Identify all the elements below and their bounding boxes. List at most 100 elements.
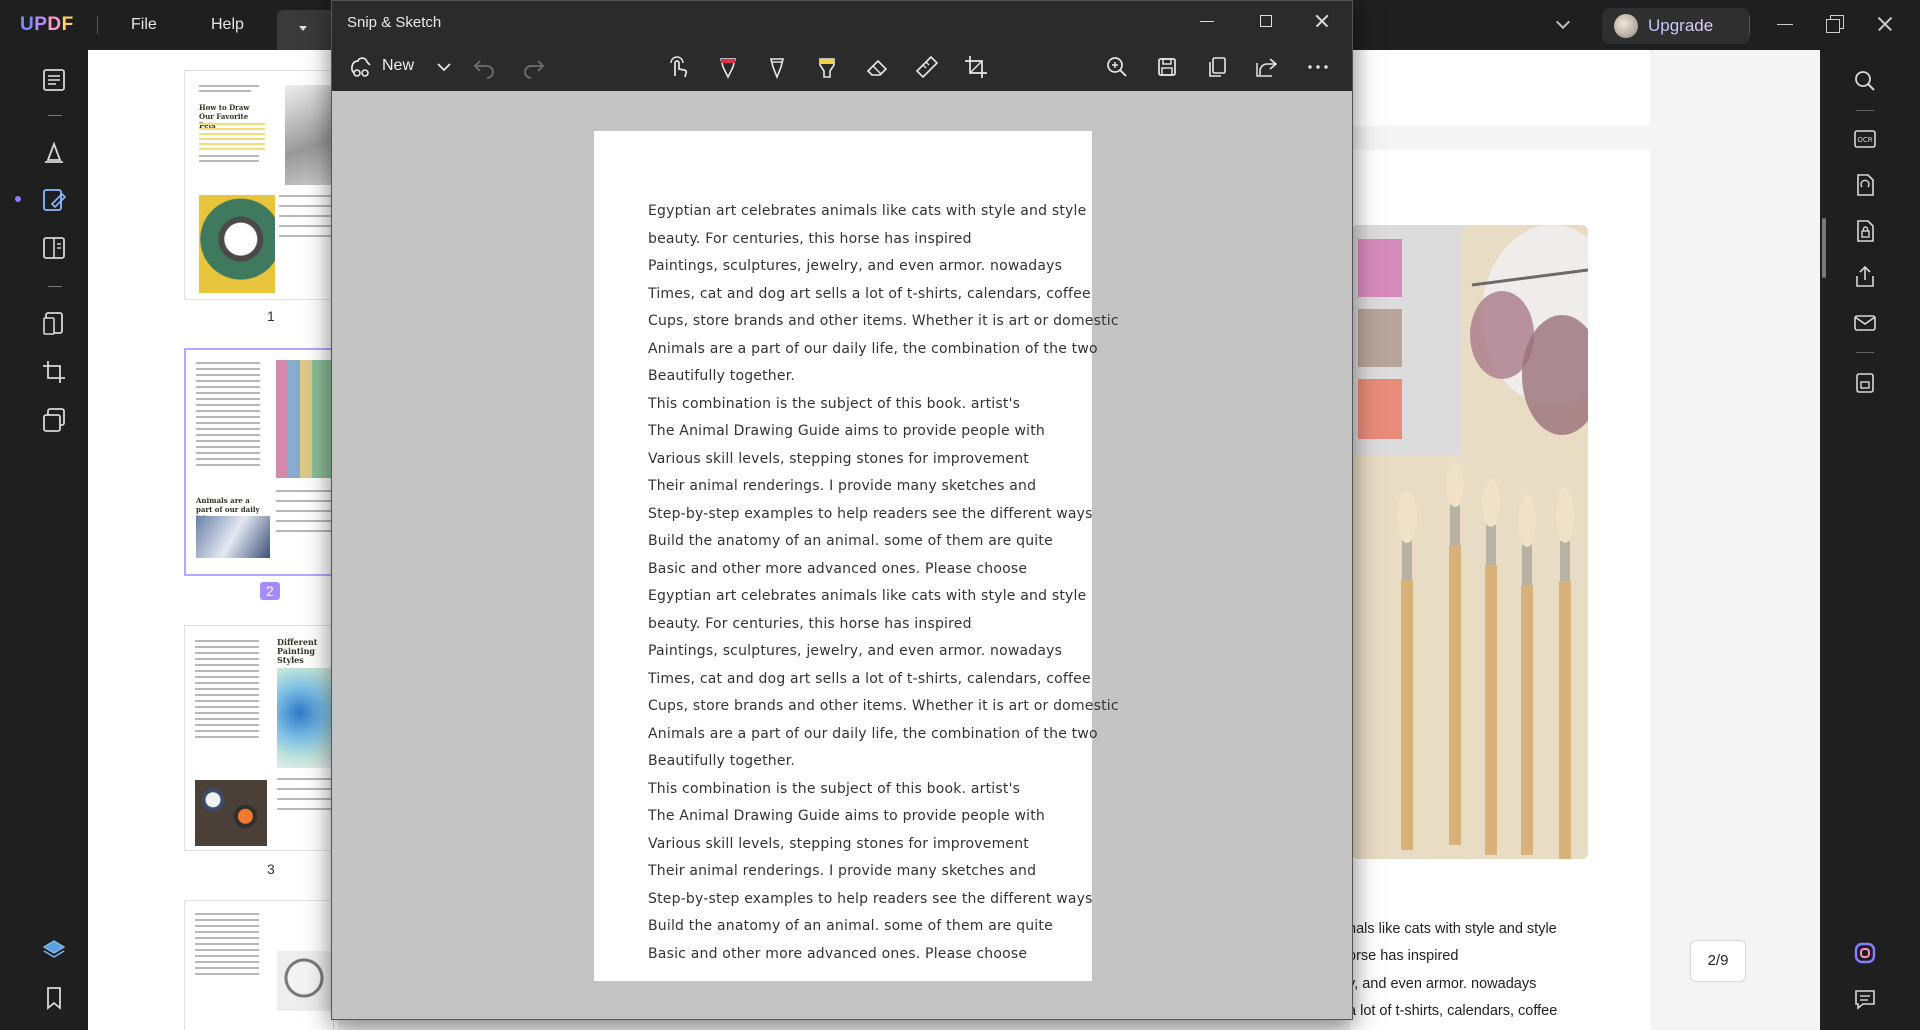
eraser-icon[interactable] [861,51,893,83]
close-icon[interactable] [1873,12,1897,36]
right-toolbar: OCR [1830,50,1920,1030]
thumb-text-line [196,464,260,466]
page-thumbnail-1[interactable]: How to Draw Our Favorite Pets [184,70,335,300]
upgrade-button[interactable]: Upgrade [1602,8,1750,44]
snip-text-line: Paintings, sculptures, jewelry, and even… [648,643,1063,659]
snip-text-line: Paintings, sculptures, jewelry, and even… [648,258,1063,274]
page-tools-icon[interactable] [40,406,68,434]
protect-icon[interactable] [1852,218,1878,244]
organize-pages-icon[interactable] [40,234,68,262]
thumb-text-line [196,458,260,460]
restore-icon[interactable] [1823,12,1847,36]
thumb-text-line [277,778,333,780]
snip-close-icon[interactable] [1314,13,1330,29]
thumb-text-line [279,215,331,217]
thumb-image-dog-sketch [277,951,331,1011]
thumb-text-line [195,730,259,732]
thumb-text-line [276,520,332,522]
tabs-dropdown-icon[interactable] [1555,14,1571,30]
crop-pages-icon[interactable] [40,358,68,386]
snip-text-line: Various skill levels, stepping stones fo… [648,835,1029,852]
minimize-icon[interactable] [1773,12,1797,36]
snip-text-line: Step-by-step examples to help readers se… [648,505,1093,522]
thumb-text-line [279,205,331,207]
more-icon[interactable] [1302,51,1334,83]
thumb-text-line [195,718,259,720]
layers-icon[interactable] [40,936,68,964]
redo-icon[interactable] [518,51,550,83]
thumb-text-line [195,931,259,933]
pencil-icon[interactable] [761,51,793,83]
menu-file[interactable]: File [131,16,157,34]
edit-pdf-icon[interactable] [40,186,68,214]
thumb-text-line [195,967,259,969]
snipped-page: Egyptian art celebrates animals like cat… [594,131,1119,981]
page-thumbnail-4[interactable] [184,900,334,1030]
menu-help[interactable]: Help [211,16,244,34]
thumb-text-line [195,664,259,666]
ai-assistant-icon[interactable] [1852,940,1878,966]
snip-toolbar: New [332,43,1352,91]
vertical-scrollbar[interactable] [1822,218,1826,278]
thumb-text-line [196,440,260,442]
avatar [1614,14,1638,38]
new-snip-options-icon[interactable] [428,51,460,83]
thumb-text-line [196,416,260,418]
thumb-text-line [195,670,259,672]
share-icon[interactable] [1250,51,1282,83]
tab-caret-icon [299,26,307,31]
snip-text-line: Egyptian art celebrates animals like cat… [648,588,1087,604]
snip-text-line: Times, cat and dog art sells a lot of t-… [648,285,1091,302]
snip-minimize-icon[interactable] [1200,21,1214,22]
page-thumbnail-3[interactable]: Different Painting Styles [184,625,334,851]
page-thumbnail-2[interactable]: Animals are a part of our daily life [184,348,334,576]
ocr-icon[interactable]: OCR [1852,126,1878,152]
thumb-text-line [195,712,259,714]
search-icon[interactable] [1852,68,1878,94]
snip-maximize-icon[interactable] [1260,15,1272,27]
thumb-highlight-line [199,143,265,145]
thumb-text-line [195,676,259,678]
thumb-text-line [195,724,259,726]
crop-icon[interactable] [960,51,992,83]
snip-canvas[interactable]: Egyptian art celebrates animals like cat… [332,91,1352,1019]
snip-titlebar: Snip & Sketch [332,1,1352,43]
thumb-highlight-line [199,123,265,125]
zoom-in-icon[interactable] [1101,51,1133,83]
updf-logo: UPDF [20,14,74,35]
new-snip-icon[interactable] [346,51,378,83]
thumb-text-line [199,85,259,87]
undo-icon[interactable] [468,51,500,83]
ruler-icon[interactable] [911,51,943,83]
thumb-image-pet-photo [199,195,275,293]
snip-text-line: This combination is the subject of this … [648,395,1021,412]
copy-icon[interactable] [1201,51,1233,83]
snip-text-line: Build the anatomy of an animal. some of … [648,918,1053,934]
thumb-text-line [196,362,260,364]
comments-list-icon[interactable] [1852,986,1878,1012]
touch-writing-icon[interactable] [662,51,694,83]
document-tab[interactable] [277,10,337,50]
comment-icon[interactable] [40,138,68,166]
email-icon[interactable] [1852,310,1878,336]
bookmark-icon[interactable] [40,984,68,1012]
snip-text-line: Cups, store brands and other items. Whet… [648,313,1119,329]
thumb-text-line [196,434,260,436]
thumb-text-line [195,937,259,939]
document-text-line: y, and even armor. nowadays [1348,976,1537,992]
page-indicator[interactable]: 2/9 [1690,940,1746,982]
new-snip-button[interactable]: New [382,57,414,75]
thumb-text-line [196,386,260,388]
save-icon[interactable] [1852,370,1878,396]
convert-pdf-icon[interactable] [1852,172,1878,198]
share-export-icon[interactable] [1852,264,1878,290]
document-text-line: a lot of t-shirts, calendars, coffee [1348,1003,1558,1019]
ballpoint-pen-icon[interactable] [712,51,744,83]
tool-divider [48,115,62,116]
reader-icon[interactable] [40,66,68,94]
highlighter-icon[interactable] [811,51,843,83]
save-snip-icon[interactable] [1151,51,1183,83]
convert-icon[interactable] [40,310,68,338]
thumb-image-paint-palette [276,360,332,478]
thumb-text-line [196,428,260,430]
